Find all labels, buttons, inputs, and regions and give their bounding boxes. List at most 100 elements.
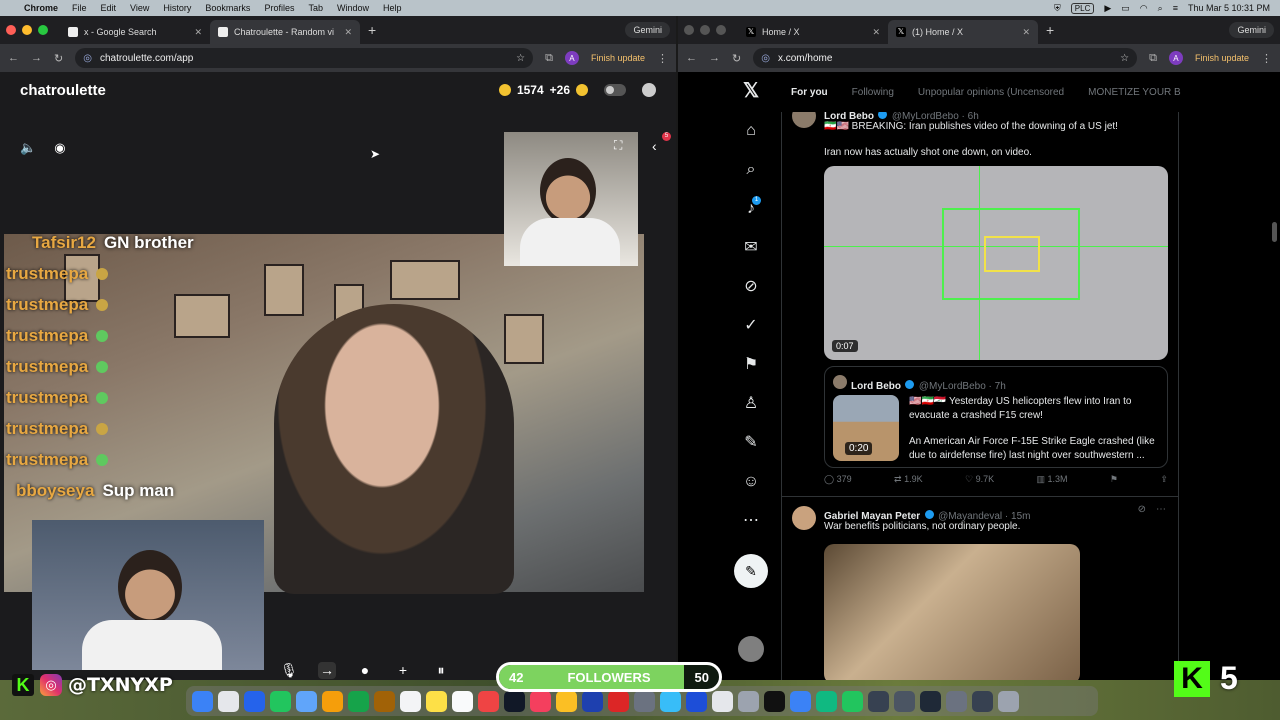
telegram-icon[interactable] bbox=[660, 690, 681, 712]
menu-edit[interactable]: Edit bbox=[101, 3, 117, 13]
avatar[interactable] bbox=[792, 112, 816, 128]
chevron-left-icon[interactable]: ‹ bbox=[652, 138, 657, 154]
close-tab-icon[interactable]: ✕ bbox=[872, 27, 880, 38]
tweet[interactable]: Lord Bebo @MyLordBebo · 6h 🇮🇷🇺🇸 BREAKING… bbox=[782, 112, 1178, 516]
menu-bookmarks[interactable]: Bookmarks bbox=[205, 3, 250, 13]
calendar-icon[interactable] bbox=[400, 690, 421, 712]
share-icon[interactable]: ⇪ bbox=[1160, 474, 1168, 485]
more-options-icon[interactable]: ⋯ bbox=[1156, 504, 1166, 515]
contacts-icon[interactable] bbox=[374, 690, 395, 712]
spotify-icon[interactable] bbox=[842, 690, 863, 712]
tv-icon[interactable] bbox=[504, 690, 525, 712]
mode-toggle[interactable] bbox=[604, 84, 626, 96]
tab-following[interactable]: Following bbox=[852, 87, 894, 98]
window-thumb-icon[interactable] bbox=[868, 690, 889, 712]
microphone-icon[interactable]: 🎙 bbox=[280, 662, 298, 679]
preview-icon[interactable] bbox=[712, 690, 733, 712]
chat-bubble-icon[interactable]: ● bbox=[356, 662, 374, 679]
back-icon[interactable]: ← bbox=[8, 52, 19, 64]
quoted-tweet[interactable]: Lord Bebo @MyLordBebo · 7h 0:20 🇺🇸🇮🇷🇮🇶 Y… bbox=[824, 366, 1168, 468]
articles-icon[interactable]: ✎ bbox=[742, 434, 760, 452]
coin-balance[interactable]: 1574 +26 bbox=[498, 83, 656, 97]
profile-icon[interactable]: ☺ bbox=[742, 473, 760, 491]
verified-orgs-icon[interactable]: ✓ bbox=[742, 317, 760, 335]
plc-badge[interactable]: PLC bbox=[1070, 2, 1095, 14]
profile-avatar[interactable]: A bbox=[1168, 51, 1183, 65]
minimize-window-button[interactable] bbox=[22, 25, 32, 35]
url-field[interactable]: ◎ chatroulette.com/app ☆ bbox=[75, 48, 534, 68]
compose-post-button[interactable]: ✎ bbox=[734, 554, 768, 588]
reload-icon[interactable]: ↻ bbox=[732, 52, 741, 65]
maps-icon[interactable] bbox=[478, 690, 499, 712]
bookmark-star-icon[interactable]: ☆ bbox=[1120, 53, 1129, 64]
new-tab-icon[interactable]: + bbox=[368, 22, 376, 38]
bookmark-icon[interactable]: ⚑ bbox=[1110, 474, 1118, 485]
notes-icon[interactable] bbox=[426, 690, 447, 712]
window-thumb-icon[interactable] bbox=[894, 690, 915, 712]
minimize-window-button[interactable] bbox=[700, 25, 710, 35]
battery-icon[interactable]: ▭ bbox=[1121, 3, 1130, 14]
like-button[interactable]: ♡ 9.7K bbox=[965, 474, 994, 485]
search-icon[interactable]: ⌕ bbox=[1158, 3, 1163, 14]
reminders-icon[interactable] bbox=[452, 690, 473, 712]
zoom-window-button[interactable] bbox=[716, 25, 726, 35]
tab-google-search[interactable]: x - Google Search ✕ bbox=[60, 20, 210, 44]
scrollbar[interactable] bbox=[1272, 222, 1277, 242]
next-button[interactable]: → bbox=[318, 662, 336, 679]
chatroulette-logo[interactable]: chatroulette bbox=[20, 82, 106, 99]
close-tab-icon[interactable]: ✕ bbox=[194, 27, 202, 38]
grok-icon[interactable]: ⊘ bbox=[1138, 504, 1146, 515]
menu-profiles[interactable]: Profiles bbox=[264, 3, 294, 13]
wifi-icon[interactable]: ◠ bbox=[1140, 3, 1148, 14]
reply-button[interactable]: ◯ 379 bbox=[824, 474, 852, 485]
tab-for-you[interactable]: For you bbox=[791, 87, 828, 98]
close-tab-icon[interactable]: ✕ bbox=[1022, 27, 1030, 38]
photos-icon[interactable] bbox=[322, 690, 343, 712]
finder-icon[interactable] bbox=[192, 690, 213, 712]
add-friend-icon[interactable]: + bbox=[394, 662, 412, 679]
profile-avatar[interactable]: A bbox=[564, 51, 579, 65]
bookmark-star-icon[interactable]: ☆ bbox=[516, 53, 525, 64]
search-icon[interactable]: ⌕ bbox=[742, 161, 760, 179]
app-store-icon[interactable] bbox=[582, 690, 603, 712]
zoom-window-button[interactable] bbox=[38, 25, 48, 35]
trash-icon[interactable] bbox=[998, 690, 1019, 712]
views-button[interactable]: ▥ 1.3M bbox=[1036, 474, 1067, 485]
close-window-button[interactable] bbox=[684, 25, 694, 35]
expand-icon[interactable]: ⛶ bbox=[614, 138, 622, 153]
whatsapp-icon[interactable] bbox=[816, 690, 837, 712]
music-icon[interactable] bbox=[530, 690, 551, 712]
window-thumb-icon[interactable] bbox=[920, 690, 941, 712]
back-icon[interactable]: ← bbox=[686, 52, 697, 64]
menu-file[interactable]: File bbox=[72, 3, 87, 13]
extensions-icon[interactable]: ⧉ bbox=[545, 52, 553, 65]
tweet-video[interactable]: 0:07 bbox=[824, 166, 1168, 360]
messages-icon[interactable]: ✉ bbox=[742, 239, 760, 257]
bookmarks-icon[interactable]: ⚑ bbox=[742, 356, 760, 374]
x-logo-icon[interactable]: 𝕏 bbox=[742, 81, 760, 101]
clock[interactable]: Thu Mar 5 10:31 PM bbox=[1188, 3, 1270, 13]
jobs-icon[interactable]: ♙ bbox=[742, 395, 760, 413]
grok-icon[interactable]: ⊘ bbox=[742, 278, 760, 296]
pause-icon[interactable]: ⏸ bbox=[432, 662, 450, 679]
shield-icon[interactable]: ⛨ bbox=[1054, 3, 1061, 14]
quote-video-thumbnail[interactable]: 0:20 bbox=[833, 395, 899, 461]
close-window-button[interactable] bbox=[6, 25, 16, 35]
close-tab-icon[interactable]: ✕ bbox=[344, 27, 352, 38]
forward-icon[interactable]: → bbox=[709, 52, 720, 64]
avatar[interactable] bbox=[792, 506, 816, 530]
window-thumb-icon[interactable] bbox=[972, 690, 993, 712]
reload-icon[interactable]: ↻ bbox=[54, 52, 63, 65]
tab-home-x-notif[interactable]: 𝕏 (1) Home / X ✕ bbox=[888, 20, 1038, 44]
play-icon[interactable]: ▶ bbox=[1104, 3, 1111, 14]
tab-list-monetize[interactable]: MONETIZE YOUR B bbox=[1088, 87, 1181, 98]
tab-list-unpopular[interactable]: Unpopular opinions (Uncensored bbox=[918, 87, 1064, 98]
messages-icon[interactable] bbox=[270, 690, 291, 712]
settings-icon[interactable] bbox=[634, 690, 655, 712]
forward-icon[interactable]: → bbox=[31, 52, 42, 64]
site-info-icon[interactable]: ◎ bbox=[761, 53, 770, 64]
facetime-icon[interactable] bbox=[348, 690, 369, 712]
new-tab-icon[interactable]: + bbox=[1046, 22, 1054, 38]
more-icon[interactable]: ⋯ bbox=[742, 512, 760, 530]
volume-icon[interactable]: 🔈 bbox=[20, 140, 36, 156]
